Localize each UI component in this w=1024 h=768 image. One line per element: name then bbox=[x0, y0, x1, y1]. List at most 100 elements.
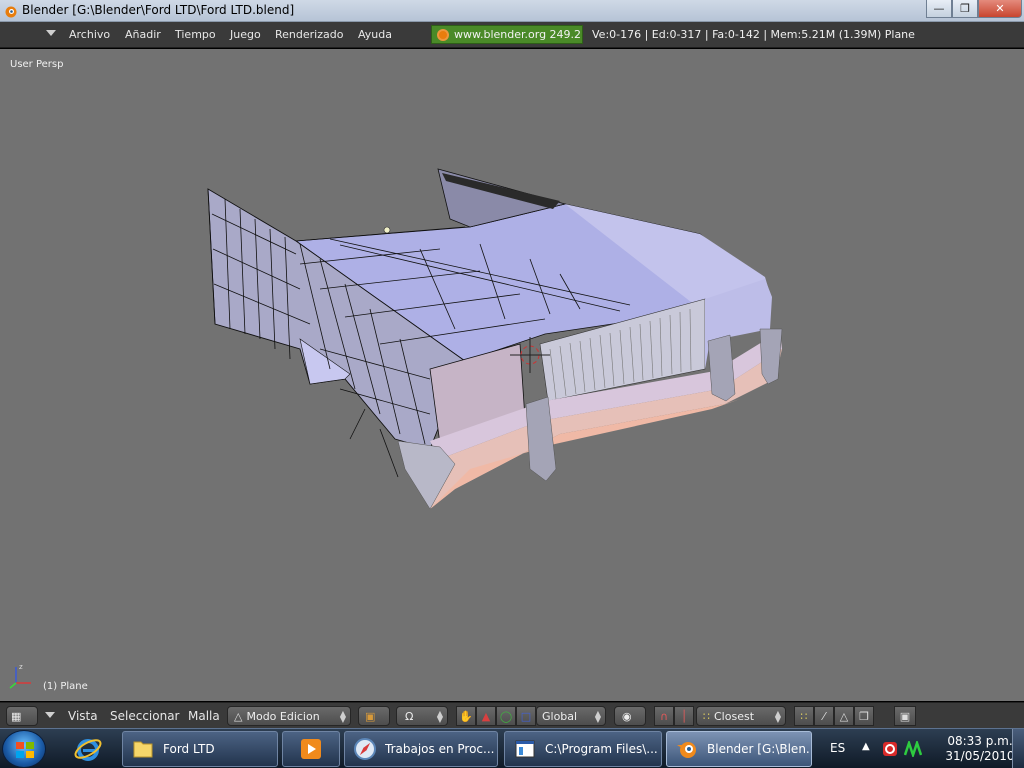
edit-mode-icon: △ bbox=[234, 709, 243, 723]
occlude-button[interactable]: ❐ bbox=[854, 706, 874, 726]
header-collapse-icon[interactable] bbox=[45, 712, 55, 718]
menu-anadir[interactable]: Añadir bbox=[125, 28, 161, 41]
internet-explorer-icon bbox=[74, 739, 102, 761]
edge-select-button[interactable]: ⁄ bbox=[814, 706, 834, 726]
bumper-guard-right bbox=[707, 334, 736, 402]
menu-ayuda[interactable]: Ayuda bbox=[358, 28, 392, 41]
system-tray: ES ▲ 08:33 p.m. 31/05/2010 bbox=[820, 729, 1024, 768]
car-mesh[interactable] bbox=[0, 49, 1024, 701]
task-label: C:\Program Files\... bbox=[545, 742, 658, 756]
snap-target-button[interactable]: │ bbox=[674, 706, 694, 726]
snap-target-icon: │ bbox=[680, 709, 688, 723]
shading-icon: ▣ bbox=[365, 709, 376, 723]
orientation-select[interactable]: Global ▲ ▼ bbox=[536, 706, 606, 726]
task-trabajos[interactable]: Trabajos en Proc... bbox=[344, 731, 498, 767]
task-program-files[interactable]: C:\Program Files\... bbox=[504, 731, 662, 767]
task-blender[interactable]: Blender [G:\Blen... bbox=[666, 731, 812, 767]
snap-label: Closest bbox=[714, 709, 755, 723]
clock[interactable]: 08:33 p.m. 31/05/2010 bbox=[938, 734, 1022, 764]
title-bar: Blender [G:\Blender\Ford LTD\Ford LTD.bl… bbox=[0, 0, 1024, 22]
manipulator-translate-button[interactable]: ▲ bbox=[476, 706, 496, 726]
manipulator-rotate-icon: ◯ bbox=[499, 709, 513, 723]
minimize-button[interactable]: — bbox=[926, 0, 952, 18]
occlude-icon: ❐ bbox=[859, 709, 869, 723]
media-player-icon bbox=[301, 739, 321, 759]
antivirus-icon[interactable] bbox=[882, 741, 898, 757]
face-select-button[interactable]: △ bbox=[834, 706, 854, 726]
vertex-select-icon: ∷ bbox=[800, 709, 808, 723]
snap-mode-icon: ∷ bbox=[703, 709, 710, 723]
view3d-header: ▦ Vista Seleccionar Malla △ Modo Edicion… bbox=[0, 702, 1024, 728]
manipulator-translate-icon: ▲ bbox=[481, 709, 491, 723]
manipulator-rotate-button[interactable]: ◯ bbox=[496, 706, 516, 726]
menu-archivo[interactable]: Archivo bbox=[69, 28, 110, 41]
axis-gizmo-icon: z bbox=[9, 663, 31, 689]
info-header: Archivo Añadir Tiempo Juego Renderizado … bbox=[0, 22, 1024, 48]
windows-flag-icon bbox=[16, 742, 34, 758]
updown-icon: ▲ ▼ bbox=[594, 709, 601, 724]
proportional-icon: ◉ bbox=[622, 709, 632, 723]
menu-vista[interactable]: Vista bbox=[68, 709, 98, 723]
task-ford-ltd[interactable]: Ford LTD bbox=[122, 731, 278, 767]
svg-text:z: z bbox=[19, 663, 23, 671]
updown-icon: ▲ ▼ bbox=[339, 709, 346, 724]
window-controls: — ❐ ✕ bbox=[926, 0, 1022, 18]
window-title: Blender [G:\Blender\Ford LTD\Ford LTD.bl… bbox=[22, 3, 295, 17]
menu-juego[interactable]: Juego bbox=[230, 28, 261, 41]
blender-org-link[interactable]: www.blender.org 249.2 bbox=[431, 25, 583, 44]
edge-select-icon: ⁄ bbox=[823, 709, 825, 723]
show-hidden-icons-icon[interactable]: ▲ bbox=[862, 741, 870, 752]
pivot-select[interactable]: Ω ▲ ▼ bbox=[396, 706, 448, 726]
clock-time: 08:33 p.m. bbox=[947, 734, 1013, 748]
object-origin bbox=[383, 226, 391, 234]
start-button[interactable] bbox=[2, 730, 46, 768]
face-select-icon: △ bbox=[839, 709, 849, 723]
task-media-player[interactable] bbox=[282, 731, 340, 767]
manipulator-hand-icon: ✋ bbox=[459, 709, 473, 723]
blender-logo-icon bbox=[437, 29, 449, 41]
language-indicator[interactable]: ES bbox=[830, 741, 845, 755]
window-icon bbox=[515, 740, 535, 758]
show-desktop-button[interactable] bbox=[1012, 729, 1024, 768]
blender-icon bbox=[677, 742, 696, 758]
object-label: (1) Plane bbox=[43, 681, 88, 692]
screen: { "window": { "title": "Blender [G:\\Ble… bbox=[0, 0, 1024, 768]
task-label: Trabajos en Proc... bbox=[385, 742, 495, 756]
close-button[interactable]: ✕ bbox=[978, 0, 1022, 18]
folder-icon bbox=[133, 741, 153, 758]
mode-label: Modo Edicion bbox=[246, 709, 320, 723]
render-preview-icon: ▣ bbox=[899, 709, 911, 723]
blender-org-label: www.blender.org 249.2 bbox=[454, 28, 582, 41]
clock-date: 31/05/2010 bbox=[945, 749, 1015, 763]
task-label: Blender [G:\Blen... bbox=[707, 742, 811, 756]
network-icon[interactable] bbox=[904, 741, 922, 757]
header-collapse-icon[interactable] bbox=[46, 30, 56, 36]
updown-icon: ▲ ▼ bbox=[436, 709, 443, 724]
taskbar: Ford LTD Trabajos en Proc... C:\Program … bbox=[0, 728, 1024, 768]
snap-magnet-button[interactable]: ∩ bbox=[654, 706, 674, 726]
mode-select[interactable]: △ Modo Edicion ▲ ▼ bbox=[227, 706, 351, 726]
shading-select[interactable]: ▣ bbox=[358, 706, 390, 726]
manipulator-scale-icon: □ bbox=[520, 709, 532, 723]
snap-select[interactable]: ∷ Closest ▲ ▼ bbox=[696, 706, 786, 726]
menu-malla[interactable]: Malla bbox=[188, 709, 220, 723]
scene-stats: Ve:0-176 | Ed:0-317 | Fa:0-142 | Mem:5.2… bbox=[592, 28, 915, 41]
manipulator-hand-button[interactable]: ✋ bbox=[456, 706, 476, 726]
ie-quicklaunch[interactable] bbox=[68, 733, 108, 765]
task-label: Ford LTD bbox=[163, 742, 215, 756]
viewport-type-button[interactable]: ▦ bbox=[6, 706, 38, 726]
maximize-button[interactable]: ❐ bbox=[952, 0, 978, 18]
proportional-button[interactable]: ◉ bbox=[614, 706, 646, 726]
blender-app-icon bbox=[5, 6, 17, 18]
menu-tiempo[interactable]: Tiempo bbox=[175, 28, 216, 41]
render-preview-button[interactable]: ▣ bbox=[894, 706, 916, 726]
3d-viewport[interactable]: User Persp z (1) Plane bbox=[0, 49, 1024, 701]
menu-renderizado[interactable]: Renderizado bbox=[275, 28, 343, 41]
snap-magnet-icon: ∩ bbox=[659, 709, 669, 723]
bumper-guard-far bbox=[759, 328, 783, 385]
manipulator-scale-button[interactable]: □ bbox=[516, 706, 536, 726]
vertex-select-button[interactable]: ∷ bbox=[794, 706, 814, 726]
safari-icon bbox=[354, 738, 376, 760]
menu-seleccionar[interactable]: Seleccionar bbox=[110, 709, 179, 723]
pivot-icon: Ω bbox=[405, 709, 414, 723]
